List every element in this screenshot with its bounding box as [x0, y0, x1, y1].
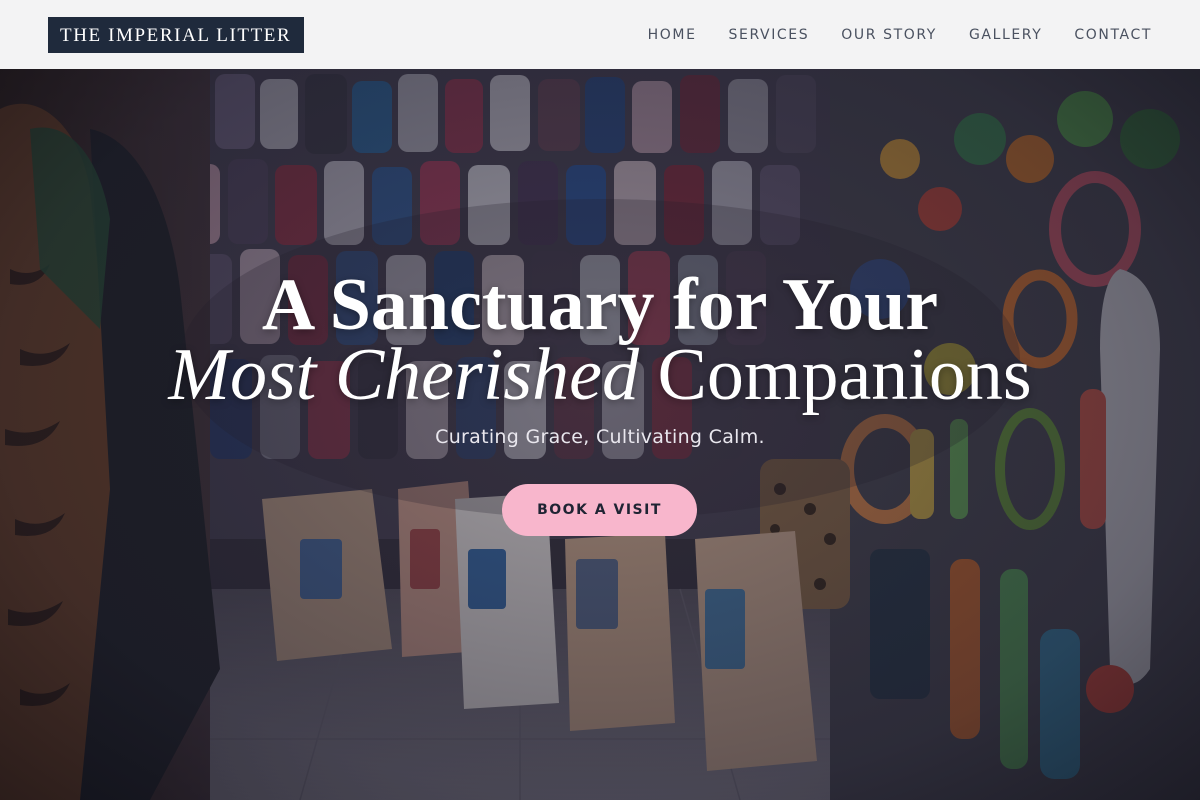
hero-section: A Sanctuary for Your Most Cherished Comp…: [0, 69, 1200, 800]
nav-our-story[interactable]: OUR STORY: [841, 27, 937, 43]
hero-headline-rest: Companions: [639, 334, 1032, 416]
hero-headline-italic: Most Cherished: [168, 334, 640, 416]
hero-content: A Sanctuary for Your Most Cherished Comp…: [0, 69, 1200, 800]
main-nav: HOME SERVICES OUR STORY GALLERY CONTACT: [616, 27, 1152, 43]
hero-tagline: Curating Grace, Cultivating Calm.: [435, 426, 765, 448]
nav-services[interactable]: SERVICES: [729, 27, 810, 43]
nav-home[interactable]: HOME: [648, 27, 697, 43]
book-a-visit-button[interactable]: BOOK A VISIT: [502, 484, 697, 536]
site-header: THE IMPERIAL LITTER HOME SERVICES OUR ST…: [0, 0, 1200, 69]
hero-headline-line-1: A Sanctuary for Your: [261, 264, 939, 346]
site-logo[interactable]: THE IMPERIAL LITTER: [48, 16, 305, 53]
hero-headline-line-2: Most Cherished Companions: [0, 335, 1200, 415]
nav-gallery[interactable]: GALLERY: [969, 27, 1042, 43]
nav-contact[interactable]: CONTACT: [1074, 27, 1152, 43]
